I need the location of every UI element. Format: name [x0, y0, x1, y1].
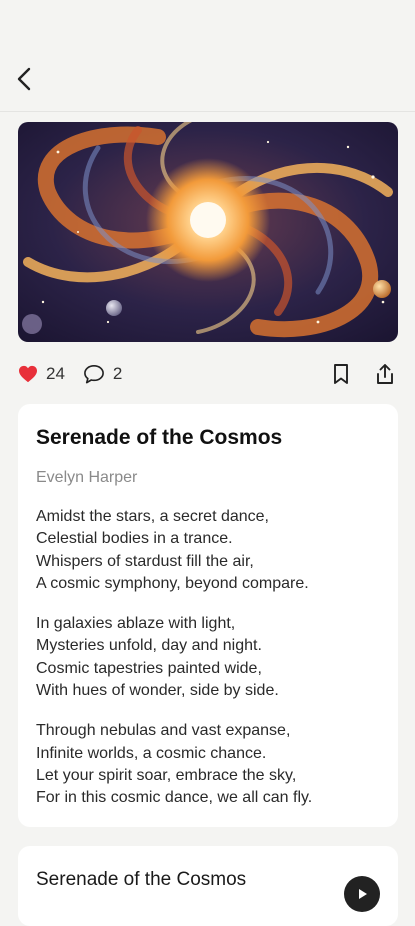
poem-line: Cosmic tapestries painted wide, — [36, 659, 262, 677]
bookmark-icon — [334, 364, 348, 384]
play-button[interactable] — [344, 876, 380, 912]
chevron-left-icon — [17, 67, 31, 91]
poem-line: Let your spirit soar, embrace the sky, — [36, 766, 297, 784]
poem-line: Mysteries unfold, day and night. — [36, 637, 262, 655]
poem-line: A cosmic symphony, beyond compare. — [36, 574, 309, 592]
stanza: Amidst the stars, a secret dance, Celest… — [36, 506, 380, 595]
galaxy-artwork-image — [18, 122, 398, 342]
share-icon — [377, 364, 393, 384]
post-actions-bar: 24 2 — [18, 358, 398, 390]
poem-line: Celestial bodies in a trance. — [36, 530, 233, 548]
player-title: Serenade of the Cosmos — [36, 869, 247, 890]
poem-line: For in this cosmic dance, we all can fly… — [36, 789, 313, 807]
heart-icon — [19, 365, 37, 383]
play-icon — [359, 889, 367, 899]
comment-icon — [84, 365, 104, 384]
poem-line: In galaxies ablaze with light, — [36, 615, 236, 633]
audio-player-card: Serenade of the Cosmos — [18, 846, 398, 926]
poem-line: Amidst the stars, a secret dance, — [36, 508, 269, 525]
poem-line: Through nebulas and vast expanse, — [36, 722, 291, 740]
back-button[interactable] — [10, 64, 38, 94]
poem-line: With hues of wonder, side by side. — [36, 682, 279, 700]
poem-line: Whispers of stardust fill the air, — [36, 552, 254, 570]
comment-count: 2 — [112, 364, 123, 383]
poem-line: Infinite worlds, a cosmic chance. — [36, 744, 267, 762]
stanza: In galaxies ablaze with light, Mysteries… — [36, 613, 380, 702]
poem-card: Serenade of the Cosmos Evelyn Harper Ami… — [18, 404, 398, 827]
bookmark-button[interactable] — [328, 361, 354, 387]
comment-button[interactable]: 2 — [83, 364, 122, 384]
poem-title: Serenade of the Cosmos — [36, 426, 283, 449]
poem-author: Evelyn Harper — [36, 469, 138, 486]
stanza: Through nebulas and vast expanse, Infini… — [36, 720, 380, 809]
top-bar — [0, 0, 415, 112]
like-count: 24 — [46, 364, 65, 383]
share-button[interactable] — [372, 361, 398, 387]
like-button[interactable]: 24 — [18, 364, 65, 384]
